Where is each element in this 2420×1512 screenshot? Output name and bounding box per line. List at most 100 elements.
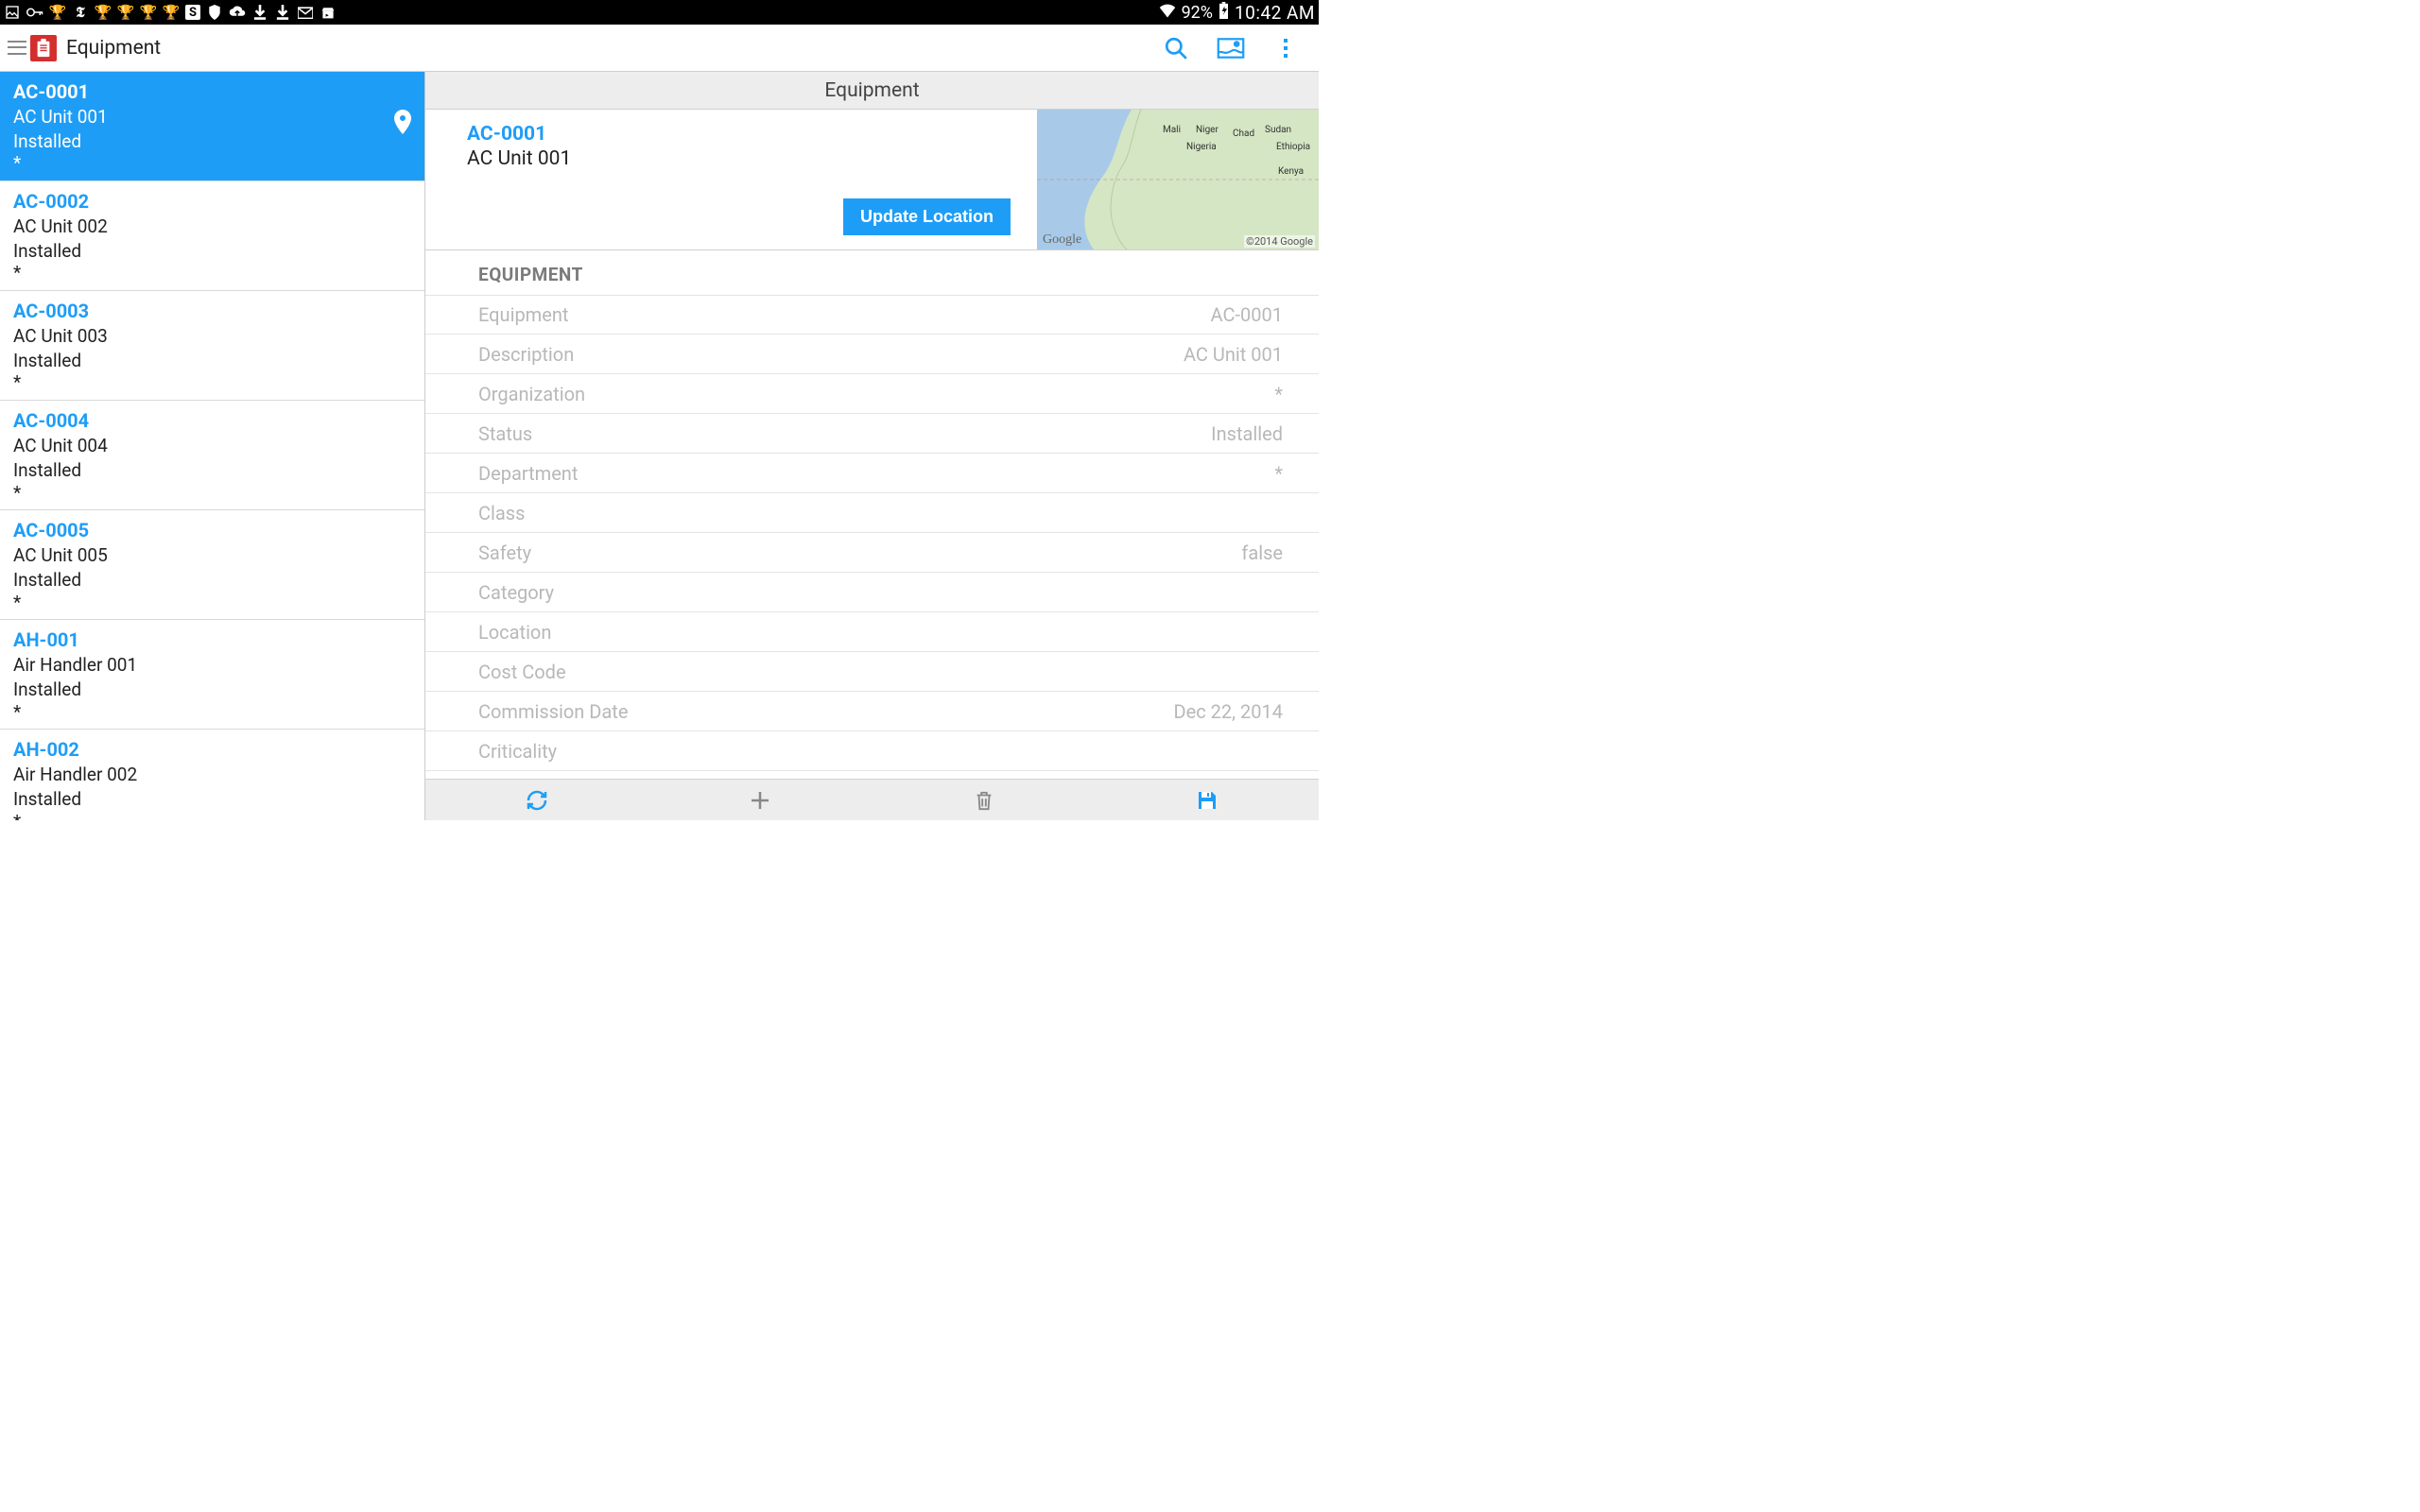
- list-item-name: AC Unit 005: [13, 543, 411, 568]
- list-item-code: AH-001: [13, 627, 411, 653]
- trophy-icon: 🏆: [163, 4, 180, 21]
- list-item-code: AC-0003: [13, 299, 411, 324]
- list-item[interactable]: AC-0002 AC Unit 002 Installed *: [0, 181, 424, 291]
- search-button[interactable]: [1162, 34, 1190, 62]
- field-row[interactable]: Status Installed: [425, 414, 1319, 454]
- map-provider-logo: Google: [1043, 232, 1081, 248]
- detail-equipment-name: AC Unit 001: [467, 147, 1018, 170]
- map-label: Niger: [1196, 125, 1219, 135]
- battery-percent: 92%: [1182, 3, 1213, 23]
- play-store-icon: [320, 4, 337, 21]
- field-row[interactable]: Equipment AC-0001: [425, 295, 1319, 335]
- field-value: AC-0001: [1211, 303, 1283, 326]
- list-item[interactable]: AH-001 Air Handler 001 Installed *: [0, 620, 424, 730]
- field-row[interactable]: Safety false: [425, 533, 1319, 573]
- list-item[interactable]: AC-0004 AC Unit 004 Installed *: [0, 401, 424, 510]
- list-item-status: Installed: [13, 787, 411, 812]
- add-button[interactable]: [746, 786, 774, 815]
- list-item-code: AH-002: [13, 737, 411, 763]
- wifi-icon: [1159, 3, 1176, 23]
- refresh-button[interactable]: [523, 786, 551, 815]
- field-row[interactable]: Category: [425, 573, 1319, 612]
- field-label: Department: [478, 462, 578, 485]
- list-item-name: AC Unit 002: [13, 215, 411, 239]
- image-icon: [4, 4, 21, 21]
- map-thumbnail[interactable]: Mali Niger Chad Sudan Nigeria Ethiopia K…: [1037, 110, 1319, 249]
- field-row[interactable]: Department *: [425, 454, 1319, 493]
- map-attribution: ©2014 Google: [1244, 235, 1315, 248]
- list-item-status: Installed: [13, 239, 411, 264]
- trophy-icon: 🏆: [117, 4, 134, 21]
- field-value: AC Unit 001: [1184, 343, 1283, 366]
- android-status-bar: 🏆 𝕿 🏆 🏆 🏆 🏆 S 92% 10: [0, 0, 1319, 25]
- section-title-equipment: EQUIPMENT: [425, 250, 1319, 295]
- status-bar-system-icons: 92% 10:42 AM: [1159, 2, 1315, 24]
- list-item-org: *: [13, 702, 411, 724]
- map-label: Ethiopia: [1276, 142, 1310, 152]
- equipment-detail-pane: Equipment AC-0001 AC Unit 001 Update Loc…: [425, 72, 1319, 820]
- field-row[interactable]: Cost Code: [425, 652, 1319, 692]
- detail-header: Equipment: [425, 72, 1319, 110]
- field-label: Safety: [478, 541, 531, 564]
- status-bar-notification-icons: 🏆 𝕿 🏆 🏆 🏆 🏆 S: [4, 4, 337, 21]
- trophy-icon: 🏆: [95, 4, 112, 21]
- map-button[interactable]: [1217, 34, 1245, 62]
- list-item-org: *: [13, 483, 411, 505]
- field-value: *: [1274, 383, 1283, 405]
- detail-summary: AC-0001 AC Unit 001 Update Location Mali…: [425, 110, 1319, 250]
- trophy-icon: 🏆: [140, 4, 157, 21]
- shield-icon: [206, 4, 223, 21]
- mail-icon: [297, 4, 314, 21]
- list-item-name: AC Unit 003: [13, 324, 411, 349]
- field-row[interactable]: Class: [425, 493, 1319, 533]
- field-value: *: [1274, 462, 1283, 485]
- list-item-org: *: [13, 263, 411, 284]
- field-row[interactable]: Commission Date Dec 22, 2014: [425, 692, 1319, 731]
- field-value: Installed: [1211, 422, 1283, 445]
- detail-fields[interactable]: EQUIPMENT Equipment AC-0001 Description …: [425, 250, 1319, 779]
- list-item-status: Installed: [13, 349, 411, 373]
- list-item-org: *: [13, 372, 411, 394]
- list-item-name: Air Handler 001: [13, 653, 411, 678]
- cloud-upload-icon: [229, 4, 246, 21]
- app-bar: Equipment: [0, 25, 1319, 72]
- list-item[interactable]: AC-0003 AC Unit 003 Installed *: [0, 291, 424, 401]
- field-row[interactable]: Criticality: [425, 731, 1319, 771]
- field-label: Cost Code: [478, 661, 566, 683]
- nyt-icon: 𝕿: [72, 4, 89, 21]
- list-item-status: Installed: [13, 568, 411, 593]
- list-item-code: AC-0002: [13, 189, 411, 215]
- field-label: Organization: [478, 383, 585, 405]
- list-item-status: Installed: [13, 678, 411, 702]
- main-content: AC-0001 AC Unit 001 Installed * AC-0002 …: [0, 72, 1319, 820]
- location-pin-icon: [394, 110, 411, 138]
- save-button[interactable]: [1193, 786, 1221, 815]
- list-item[interactable]: AC-0005 AC Unit 005 Installed *: [0, 510, 424, 620]
- field-label: Category: [478, 581, 554, 604]
- delete-button[interactable]: [970, 786, 998, 815]
- menu-icon[interactable]: [8, 39, 26, 58]
- map-label: Chad: [1233, 129, 1254, 139]
- field-row[interactable]: Organization *: [425, 374, 1319, 414]
- list-item-code: AC-0001: [13, 79, 411, 105]
- list-item[interactable]: AC-0001 AC Unit 001 Installed *: [0, 72, 424, 181]
- list-item-name: Air Handler 002: [13, 763, 411, 787]
- field-label: Criticality: [478, 740, 557, 763]
- equipment-list[interactable]: AC-0001 AC Unit 001 Installed * AC-0002 …: [0, 72, 425, 820]
- field-label: Class: [478, 502, 525, 524]
- map-label: Nigeria: [1186, 142, 1217, 152]
- map-label: Sudan: [1265, 125, 1291, 135]
- field-row[interactable]: Location: [425, 612, 1319, 652]
- list-item-status: Installed: [13, 129, 411, 154]
- update-location-button[interactable]: Update Location: [843, 198, 1011, 235]
- field-value: Dec 22, 2014: [1174, 700, 1284, 723]
- field-label: Location: [478, 621, 551, 644]
- overflow-menu-button[interactable]: [1271, 34, 1300, 62]
- field-row[interactable]: Description AC Unit 001: [425, 335, 1319, 374]
- detail-bottom-toolbar: [425, 779, 1319, 820]
- field-label: Description: [478, 343, 574, 366]
- list-item[interactable]: AH-002 Air Handler 002 Installed *: [0, 730, 424, 820]
- field-value: false: [1241, 541, 1283, 564]
- status-bar-clock: 10:42 AM: [1235, 2, 1315, 24]
- list-item-org: *: [13, 812, 411, 820]
